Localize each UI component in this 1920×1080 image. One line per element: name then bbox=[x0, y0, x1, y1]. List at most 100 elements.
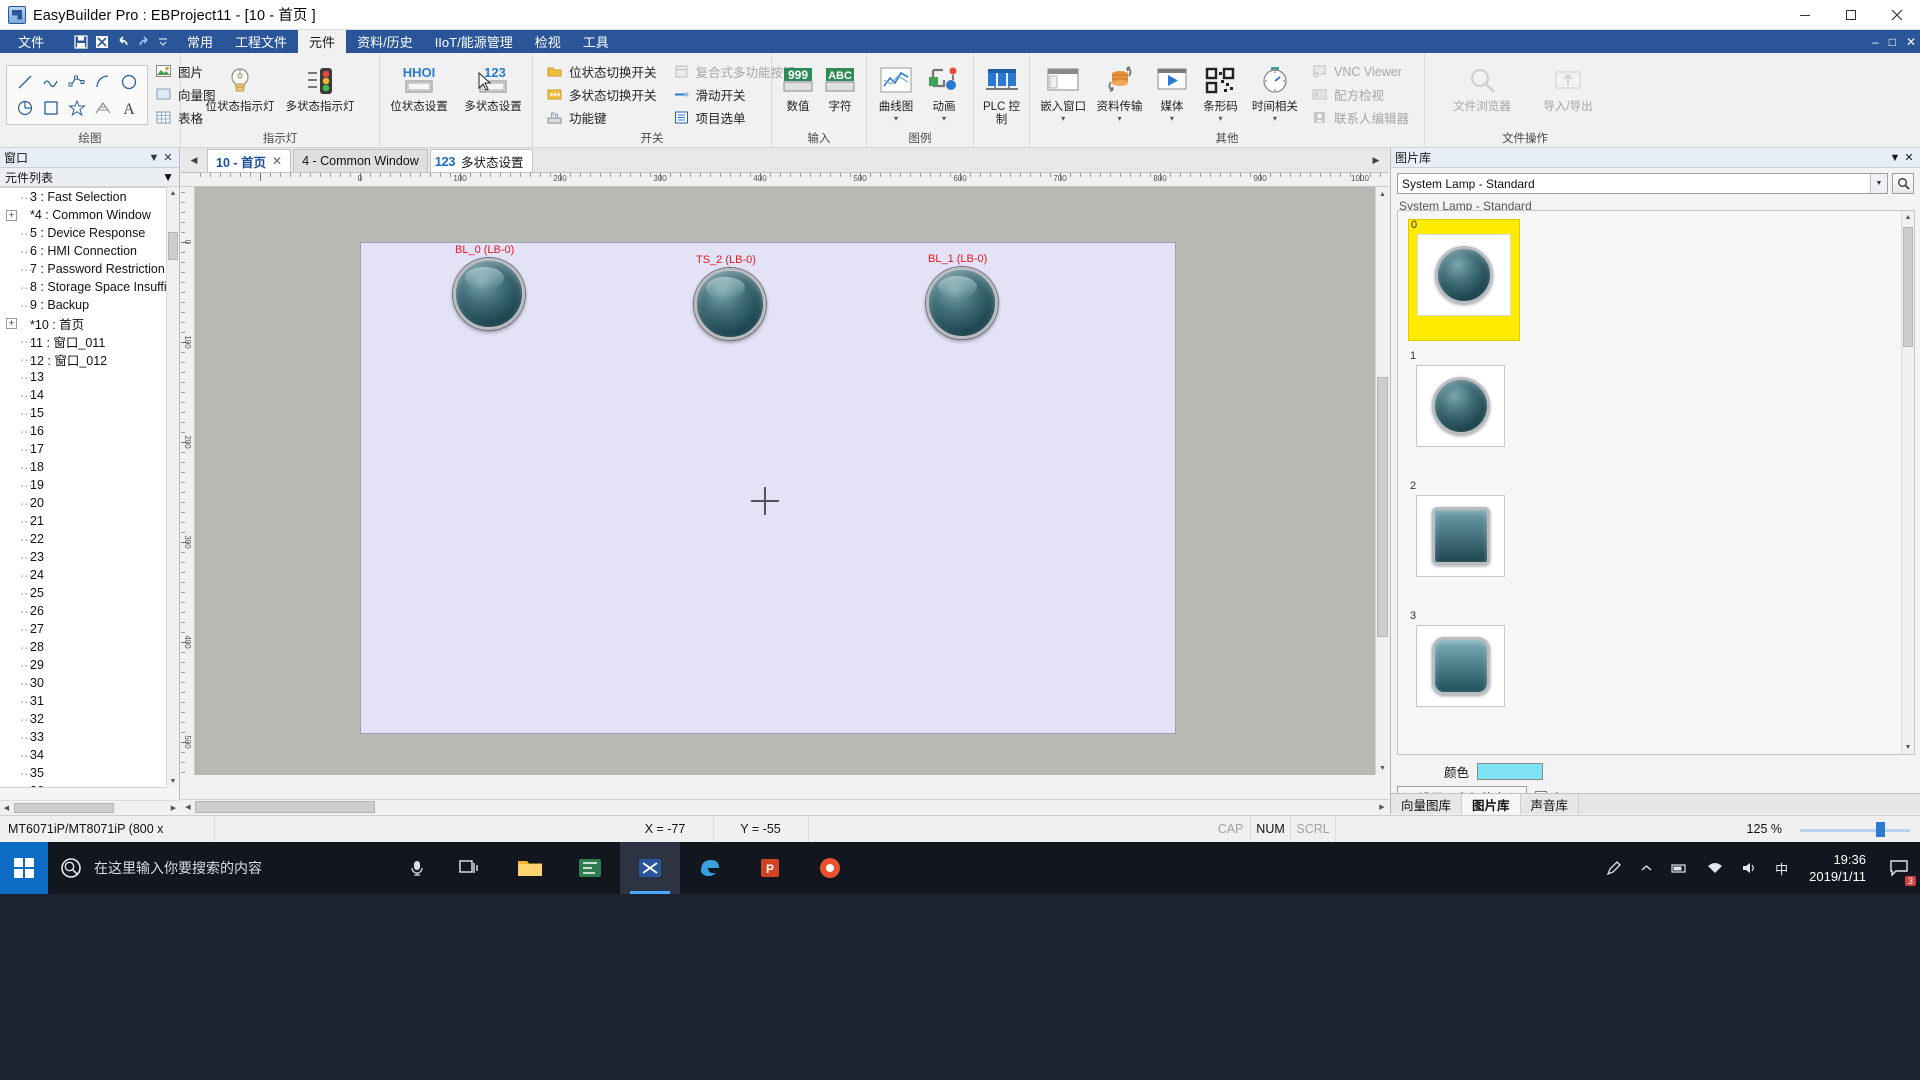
volume-button[interactable] bbox=[1732, 842, 1766, 894]
doc-tab-common-window[interactable]: 4 - Common Window bbox=[293, 149, 428, 172]
scale-icon[interactable] bbox=[90, 95, 116, 121]
gallery-item-3[interactable]: 3 bbox=[1408, 610, 1513, 728]
color-swatch[interactable] bbox=[1477, 762, 1543, 780]
panel-dropdown-icon[interactable]: ▼ bbox=[147, 152, 161, 164]
window-tree-item[interactable]: ⋯ 12 : 窗口_012 bbox=[0, 350, 179, 368]
undo-icon[interactable] bbox=[116, 35, 130, 49]
line-icon[interactable] bbox=[12, 69, 38, 95]
maximize-button[interactable] bbox=[1828, 0, 1874, 30]
picture-library-dropdown-icon[interactable]: ▼ bbox=[1888, 152, 1902, 164]
pen-button[interactable] bbox=[1597, 842, 1631, 894]
pie-icon[interactable] bbox=[12, 95, 38, 121]
embedded-window-button[interactable]: 嵌入窗口 ▾ bbox=[1036, 61, 1090, 129]
window-tree-hscrollbar[interactable]: ◀ ▶ bbox=[0, 800, 180, 814]
barcode-caret-icon[interactable]: ▾ bbox=[1218, 114, 1222, 123]
hscroll-left-icon[interactable]: ◀ bbox=[0, 801, 13, 814]
set-bit-button[interactable]: HHOI 位状态设置 bbox=[386, 61, 452, 129]
taskbar-app-easybuilder-launcher[interactable] bbox=[560, 842, 620, 894]
notification-button[interactable]: 3 bbox=[1878, 842, 1920, 894]
canvas-scroll-right-icon[interactable]: ▶ bbox=[1375, 800, 1389, 814]
canvas-hscroll-thumb[interactable] bbox=[195, 801, 375, 813]
tab-iiot-energy[interactable]: IIoT/能源管理 bbox=[424, 30, 524, 53]
doc-tab-home-page[interactable]: 10 - 首页 ✕ bbox=[207, 149, 292, 172]
window-tree-item[interactable]: ⋯ 6 : HMI Connection bbox=[0, 242, 179, 260]
clock[interactable]: 19:36 2019/1/11 bbox=[1797, 842, 1878, 894]
search-input[interactable]: 在这里输入你要搜索的内容 bbox=[94, 842, 394, 894]
canvas-scroll-left-icon[interactable]: ◀ bbox=[181, 800, 195, 814]
hscroll-thumb[interactable] bbox=[14, 803, 114, 813]
doc-tab-set-word[interactable]: 123 多状态设置 bbox=[429, 149, 533, 172]
doc-tab-scroll-left-icon[interactable]: ◀ bbox=[185, 151, 203, 169]
trend-display-caret-icon[interactable]: ▾ bbox=[894, 114, 898, 123]
canvas-vscroll-thumb[interactable] bbox=[1377, 377, 1388, 637]
expand-icon[interactable]: + bbox=[6, 317, 17, 329]
window-tree-item[interactable]: ⋯ 23 bbox=[0, 548, 179, 566]
animation-caret-icon[interactable]: ▾ bbox=[942, 114, 946, 123]
doc-tab-scroll-right-icon[interactable]: ▶ bbox=[1367, 151, 1385, 169]
object-bit-lamp-1[interactable]: BL_1 (LB-0) bbox=[926, 253, 998, 339]
object-list-dropdown-icon[interactable]: ▼ bbox=[162, 170, 174, 184]
gallery-item-1[interactable]: 1 bbox=[1408, 350, 1513, 468]
save-icon[interactable] bbox=[74, 34, 88, 49]
gallery-item-2[interactable]: 2 bbox=[1408, 480, 1513, 598]
hmi-window-surface[interactable]: BL_0 (LB-0) TS_2 (LB-0) BL_1 (LB-0) SB_0… bbox=[360, 242, 1176, 734]
doc-close-button[interactable]: ✕ bbox=[1906, 36, 1916, 48]
expand-icon[interactable]: + bbox=[6, 209, 17, 221]
barcode-button[interactable]: 条形码 ▾ bbox=[1195, 61, 1246, 129]
ascii-input-button[interactable]: ABC 字符 bbox=[820, 61, 860, 129]
gallery-scroll-thumb[interactable] bbox=[1903, 227, 1913, 347]
data-transfer-caret-icon[interactable]: ▾ bbox=[1117, 114, 1121, 123]
star-icon[interactable] bbox=[64, 95, 90, 121]
window-tree-item[interactable]: ⋯ 28 bbox=[0, 638, 179, 656]
set-word-button[interactable]: 123 多状态设置 bbox=[460, 61, 526, 129]
doc-minimize-button[interactable]: – bbox=[1872, 36, 1879, 48]
window-tree-item[interactable]: ⋯ 26 bbox=[0, 602, 179, 620]
window-tree-item[interactable]: ⋯ 19 bbox=[0, 476, 179, 494]
scroll-up-icon[interactable]: ▲ bbox=[167, 187, 179, 200]
doc-restore-button[interactable]: □ bbox=[1889, 36, 1896, 48]
picture-gallery[interactable]: 0 1 2 3 ▲ ▼ bbox=[1397, 210, 1915, 755]
scroll-thumb[interactable] bbox=[168, 232, 178, 260]
window-tree-item[interactable]: ⋯ 5 : Device Response bbox=[0, 224, 179, 242]
embedded-window-caret-icon[interactable]: ▾ bbox=[1061, 114, 1065, 123]
window-tree-item[interactable]: ⋯ 18 bbox=[0, 458, 179, 476]
window-tree-item[interactable]: ⋯ 13 bbox=[0, 368, 179, 386]
window-tree[interactable]: ⋯ 3 : Fast Selection + *4 : Common Window ⋯ 5… bbox=[0, 187, 179, 788]
tray-expand-button[interactable] bbox=[1631, 842, 1662, 894]
plc-control-button[interactable]: PLC 控制 bbox=[980, 61, 1023, 129]
picture-library-close-icon[interactable]: ✕ bbox=[1902, 151, 1916, 164]
window-tree-item[interactable]: ⋯ 9 : Backup bbox=[0, 296, 179, 314]
tab-data-history[interactable]: 资料/历史 bbox=[346, 30, 424, 53]
tab-project[interactable]: 工程文件 bbox=[224, 30, 298, 53]
window-tree-vscrollbar[interactable]: ▲ ▼ bbox=[166, 187, 179, 788]
task-view-button[interactable] bbox=[440, 842, 500, 894]
zoom-slider[interactable] bbox=[1800, 821, 1910, 837]
window-tree-item[interactable]: ⋯ 32 bbox=[0, 710, 179, 728]
search-button[interactable] bbox=[48, 842, 94, 894]
window-tree-item[interactable]: ⋯ 20 bbox=[0, 494, 179, 512]
window-tree-item[interactable]: + *4 : Common Window bbox=[0, 206, 179, 224]
qat-overflow-icon[interactable] bbox=[158, 37, 168, 47]
design-canvas[interactable]: BL_0 (LB-0) TS_2 (LB-0) BL_1 (LB-0) SB_0… bbox=[195, 187, 1375, 775]
window-tree-item[interactable]: ⋯ 11 : 窗口_011 bbox=[0, 332, 179, 350]
polyline-icon[interactable] bbox=[38, 69, 64, 95]
chevron-down-icon[interactable]: ▼ bbox=[1870, 174, 1887, 193]
window-tree-item[interactable]: ⋯ 3 : Fast Selection bbox=[0, 188, 179, 206]
canvas-scroll-down-icon[interactable]: ▼ bbox=[1376, 761, 1389, 775]
window-tree-item[interactable]: ⋯ 29 bbox=[0, 656, 179, 674]
hscroll-right-icon[interactable]: ▶ bbox=[167, 801, 180, 814]
tab-sound-library[interactable]: 声音库 bbox=[1521, 794, 1580, 814]
library-select[interactable]: System Lamp - Standard ▼ bbox=[1397, 173, 1888, 194]
tab-vector-library[interactable]: 向量图库 bbox=[1391, 794, 1463, 814]
time-related-caret-icon[interactable]: ▾ bbox=[1273, 114, 1277, 123]
tab-file[interactable]: 文件 bbox=[0, 30, 66, 53]
window-tree-item[interactable]: ⋯ 8 : Storage Space Insufficient bbox=[0, 278, 179, 296]
start-button[interactable] bbox=[0, 842, 48, 894]
gallery-scroll-down-icon[interactable]: ▼ bbox=[1902, 741, 1914, 754]
zoom-slider-knob[interactable] bbox=[1876, 821, 1885, 837]
data-transfer-button[interactable]: 资料传输 ▾ bbox=[1090, 61, 1148, 129]
doc-tab-close-icon[interactable]: ✕ bbox=[272, 154, 282, 168]
window-tree-item[interactable]: ⋯ 24 bbox=[0, 566, 179, 584]
redo-icon[interactable] bbox=[137, 35, 151, 49]
gallery-scroll-up-icon[interactable]: ▲ bbox=[1902, 211, 1914, 224]
